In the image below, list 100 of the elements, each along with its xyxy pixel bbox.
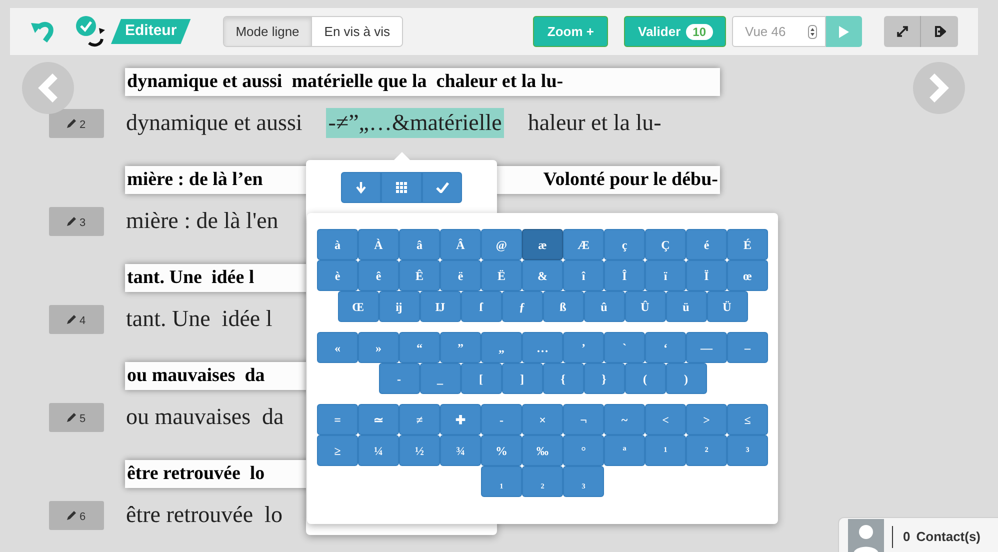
character-key[interactable]: Œ <box>338 291 378 322</box>
character-key[interactable]: - <box>481 404 522 435</box>
character-key[interactable]: ¾ <box>440 435 481 466</box>
character-key[interactable]: ° <box>563 435 604 466</box>
spinner-icon[interactable] <box>808 24 817 38</box>
character-key[interactable]: ¼ <box>358 435 399 466</box>
insert-button[interactable] <box>341 172 381 203</box>
character-key[interactable]: Û <box>624 291 666 322</box>
character-key[interactable]: - <box>378 363 420 394</box>
character-key[interactable]: “ <box>399 332 440 363</box>
character-key[interactable]: œ <box>727 260 768 291</box>
character-key[interactable]: ĳ <box>378 291 420 322</box>
validate-refresh-icon[interactable] <box>75 14 107 48</box>
character-key[interactable]: Ï <box>686 260 727 291</box>
character-key[interactable]: î <box>563 260 604 291</box>
edit-line-button[interactable]: 2 <box>49 108 104 138</box>
character-key[interactable]: « <box>317 332 358 363</box>
character-key[interactable]: ß <box>542 291 584 322</box>
character-key[interactable]: ï <box>645 260 686 291</box>
play-icon <box>839 26 849 38</box>
character-key[interactable]: ¹ <box>645 435 686 466</box>
view-mode-tab[interactable]: Mode ligne <box>224 17 312 46</box>
character-key[interactable]: „ <box>481 332 522 363</box>
character-key[interactable]: Î <box>604 260 645 291</box>
character-key[interactable]: ’ <box>563 332 604 363</box>
character-key[interactable]: ≠ <box>399 404 440 435</box>
character-key[interactable]: ≃ <box>358 404 399 435</box>
character-key[interactable]: { <box>542 363 584 394</box>
character-key[interactable]: Ç <box>645 229 686 260</box>
character-key[interactable]: & <box>522 260 563 291</box>
character-key[interactable]: % <box>481 435 522 466</box>
character-key[interactable]: ~ <box>604 404 645 435</box>
character-key[interactable]: ` <box>604 332 645 363</box>
fullscreen-button[interactable] <box>884 16 921 47</box>
edit-line-button[interactable]: 5 <box>49 402 104 432</box>
character-key[interactable]: – <box>727 332 768 363</box>
character-key[interactable]: @ <box>481 229 522 260</box>
character-key[interactable]: × <box>522 404 563 435</box>
character-key[interactable]: > <box>686 404 727 435</box>
character-key[interactable]: Ë <box>481 260 522 291</box>
character-key[interactable]: Æ <box>563 229 604 260</box>
selected-text[interactable]: -≠”„…&matérielle <box>326 108 504 138</box>
scanned-line-text: mière : de là l’en <box>127 168 263 192</box>
character-key[interactable]: } <box>584 363 624 394</box>
character-key[interactable]: æ <box>522 229 563 260</box>
character-key[interactable]: Ĳ <box>420 291 460 322</box>
character-key[interactable]: ² <box>686 435 727 466</box>
character-key[interactable]: = <box>317 404 358 435</box>
character-key[interactable]: Ê <box>399 260 440 291</box>
validate-button[interactable]: Valider 10 <box>624 16 726 47</box>
page-field[interactable]: Vue 46 <box>732 16 826 47</box>
character-key[interactable]: ½ <box>399 435 440 466</box>
pencil-icon <box>67 412 78 422</box>
character-key[interactable]: … <box>522 332 563 363</box>
character-key[interactable]: ³ <box>727 435 768 466</box>
character-key[interactable]: ſ <box>460 291 502 322</box>
character-key[interactable]: ✚ <box>440 404 481 435</box>
character-key[interactable]: ₃ <box>563 466 604 497</box>
character-key[interactable]: — <box>686 332 727 363</box>
character-key[interactable]: ₁ <box>481 466 522 497</box>
character-key[interactable]: â <box>399 229 440 260</box>
character-key[interactable]: ” <box>440 332 481 363</box>
character-key[interactable]: ₂ <box>522 466 563 497</box>
keyboard-button[interactable] <box>381 172 422 203</box>
character-key[interactable]: ‰ <box>522 435 563 466</box>
character-key[interactable]: û <box>584 291 624 322</box>
character-key[interactable]: ] <box>502 363 542 394</box>
character-key[interactable]: ≤ <box>727 404 768 435</box>
character-key[interactable]: è <box>317 260 358 291</box>
character-key[interactable]: < <box>645 404 686 435</box>
character-key[interactable]: ≥ <box>317 435 358 466</box>
character-key[interactable]: ê <box>358 260 399 291</box>
character-key[interactable]: É <box>727 229 768 260</box>
view-mode-tab[interactable]: En vis à vis <box>311 17 402 46</box>
character-key[interactable]: é <box>686 229 727 260</box>
character-key[interactable]: ƒ <box>502 291 542 322</box>
edit-line-button[interactable]: 6 <box>49 500 104 530</box>
character-key[interactable]: ) <box>666 363 706 394</box>
character-key[interactable]: ¬ <box>563 404 604 435</box>
character-key[interactable]: Â <box>440 229 481 260</box>
character-key[interactable]: ‘ <box>645 332 686 363</box>
character-key[interactable]: à <box>317 229 358 260</box>
character-key[interactable]: _ <box>420 363 460 394</box>
contact-count: 0 <box>903 528 910 546</box>
chevron-right-icon <box>928 73 950 103</box>
transcribed-text: haleur et la lu- <box>528 108 662 137</box>
character-key[interactable]: ë <box>440 260 481 291</box>
character-key[interactable]: » <box>358 332 399 363</box>
character-key[interactable]: À <box>358 229 399 260</box>
zoom-in-button[interactable]: Zoom + <box>533 16 608 47</box>
exit-button[interactable] <box>921 16 958 47</box>
character-key[interactable]: ü <box>666 291 706 322</box>
character-key[interactable]: ( <box>624 363 666 394</box>
character-key[interactable]: ç <box>604 229 645 260</box>
confirm-button[interactable] <box>422 172 462 203</box>
edit-line-button[interactable]: 4 <box>49 304 104 334</box>
character-key[interactable]: ª <box>604 435 645 466</box>
edit-line-button[interactable]: 3 <box>49 206 104 236</box>
character-key[interactable]: Ü <box>706 291 748 322</box>
character-key[interactable]: [ <box>460 363 502 394</box>
